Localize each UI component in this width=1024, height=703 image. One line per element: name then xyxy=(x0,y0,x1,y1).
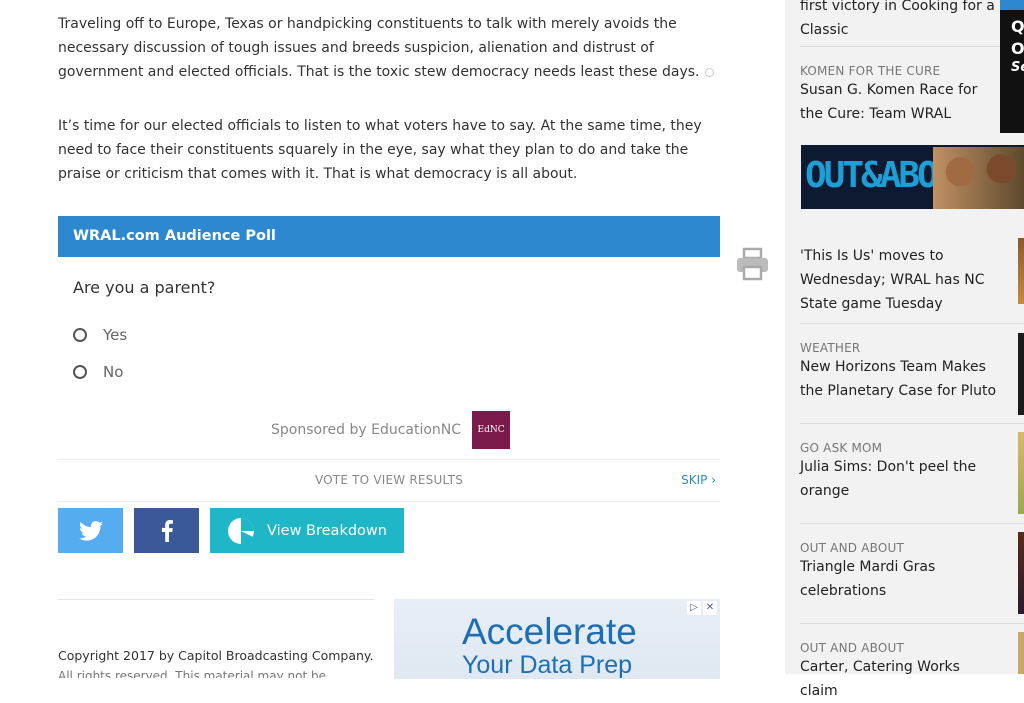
close-icon[interactable]: ✕ xyxy=(703,601,717,615)
story-category: OUT AND ABOUT xyxy=(800,641,905,655)
ad-subline: Your Data Prep xyxy=(462,651,633,679)
poll-option-label: Yes xyxy=(103,326,128,344)
story-thumbnail[interactable] xyxy=(1018,432,1024,514)
radio-button-icon[interactable] xyxy=(73,328,87,342)
sidebar-story[interactable]: WEATHER New Horizons Team Makes the Plan… xyxy=(800,341,998,403)
story-category: KOMEN FOR THE CURE xyxy=(800,64,941,78)
adchoices-icon[interactable]: ▷ xyxy=(687,601,701,615)
pie-chart-icon xyxy=(228,517,255,544)
sidebar-story[interactable]: OUT AND ABOUT Triangle Mardi Gras celebr… xyxy=(800,541,998,603)
ad-controls: ▷ ✕ xyxy=(685,601,717,615)
story-thumbnail[interactable] xyxy=(1018,632,1024,674)
sidebar: first victory in Cooking for a Classic K… xyxy=(785,0,1024,699)
story-category: OUT AND ABOUT xyxy=(800,541,905,555)
vote-to-view-text: VOTE TO VIEW RESULTS xyxy=(314,473,464,487)
sidebar-divider xyxy=(800,46,1024,47)
sponsor-text: Sponsored by EducationNC xyxy=(271,422,462,438)
poll-option-yes[interactable]: Yes xyxy=(73,326,127,344)
audience-poll: WRAL.com Audience Poll Are you a parent?… xyxy=(58,216,720,553)
story-thumbnail[interactable] xyxy=(1018,238,1024,304)
sidebar-story[interactable]: GO ASK MOM Julia Sims: Don't peel the or… xyxy=(800,441,998,503)
story-thumbnail[interactable] xyxy=(1018,532,1024,614)
ad-headline: Accelerate xyxy=(462,611,637,652)
sponsor-logo[interactable]: EdNC xyxy=(472,411,511,449)
story-title[interactable]: Triangle Mardi Gras celebrations xyxy=(800,555,998,603)
sidebar-story[interactable]: first victory in Cooking for a Classic xyxy=(800,0,998,42)
story-category: WEATHER xyxy=(800,341,861,355)
facebook-icon xyxy=(161,519,173,542)
sidebar-divider xyxy=(800,423,1024,424)
story-category: GO ASK MOM xyxy=(800,441,883,455)
poll-option-no[interactable]: No xyxy=(73,363,123,381)
advertisement[interactable]: Accelerate Your Data Prep ▷ ✕ xyxy=(394,599,720,679)
poll-header: WRAL.com Audience Poll xyxy=(58,216,720,257)
sidebar-story[interactable]: 'This Is Us' moves to Wednesday; WRAL ha… xyxy=(800,244,998,316)
paragraph-text: Traveling off to Europe, Texas or handpi… xyxy=(58,16,700,80)
sidebar-divider xyxy=(800,323,1024,324)
copyright-continued: All rights reserved. This material may n… xyxy=(58,668,358,678)
story-title[interactable]: Classic xyxy=(800,18,998,42)
story-title[interactable]: Julia Sims: Don't peel the orange xyxy=(800,455,998,503)
sidebar-story[interactable]: KOMEN FOR THE CURE Susan G. Komen Race f… xyxy=(800,64,998,126)
radio-button-icon[interactable] xyxy=(73,365,87,379)
story-thumbnail[interactable] xyxy=(1018,333,1024,415)
skip-link[interactable]: SKIP › xyxy=(681,473,716,487)
main-content: Traveling off to Europe, Texas or handpi… xyxy=(0,0,785,679)
promo-card-text: Se xyxy=(1011,60,1024,75)
story-title[interactable]: Carter, Catering Works claim xyxy=(800,655,998,703)
sidebar-divider xyxy=(800,523,1024,524)
article-paragraph: Traveling off to Europe, Texas or handpi… xyxy=(58,12,720,84)
promo-card-text: Q xyxy=(1011,17,1024,36)
facebook-share-button[interactable] xyxy=(134,508,199,553)
comment-marker-icon[interactable] xyxy=(705,67,715,77)
footer-divider xyxy=(58,599,374,600)
vote-row: VOTE TO VIEW RESULTS SKIP › xyxy=(58,459,720,502)
print-icon[interactable] xyxy=(736,247,769,285)
promo-card-bar xyxy=(1000,0,1024,10)
story-title[interactable]: New Horizons Team Makes the Planetary Ca… xyxy=(800,355,998,403)
sidebar-story[interactable]: OUT AND ABOUT Carter, Catering Works cla… xyxy=(800,641,998,703)
out-and-about-banner[interactable]: OUT&ABOUT xyxy=(801,145,1024,209)
promo-card[interactable]: Q O Se xyxy=(1000,0,1024,133)
article-paragraph: It’s time for our elected officials to l… xyxy=(58,114,720,186)
twitter-icon xyxy=(78,520,103,541)
poll-sponsor: Sponsored by EducationNC EdNC xyxy=(271,411,511,449)
story-title[interactable]: first victory in Cooking for a xyxy=(800,0,998,18)
twitter-share-button[interactable] xyxy=(58,508,123,553)
copyright-text: Copyright 2017 by Capitol Broadcasting C… xyxy=(58,648,374,663)
poll-option-label: No xyxy=(103,363,124,381)
story-title[interactable]: 'This Is Us' moves to Wednesday; WRAL ha… xyxy=(800,244,998,316)
view-breakdown-label: View Breakdown xyxy=(267,522,387,539)
story-title[interactable]: Susan G. Komen Race for the Cure: Team W… xyxy=(800,78,998,126)
sidebar-divider xyxy=(800,623,1024,624)
copyright-line-2: All rights reserved. This material may n… xyxy=(58,669,326,678)
view-breakdown-button[interactable]: View Breakdown xyxy=(210,508,404,553)
poll-question: Are you a parent? xyxy=(73,278,216,297)
promo-card-text: O xyxy=(1011,39,1024,58)
paragraph-text: It’s time for our elected officials to l… xyxy=(58,118,702,182)
banner-photo xyxy=(933,147,1024,209)
